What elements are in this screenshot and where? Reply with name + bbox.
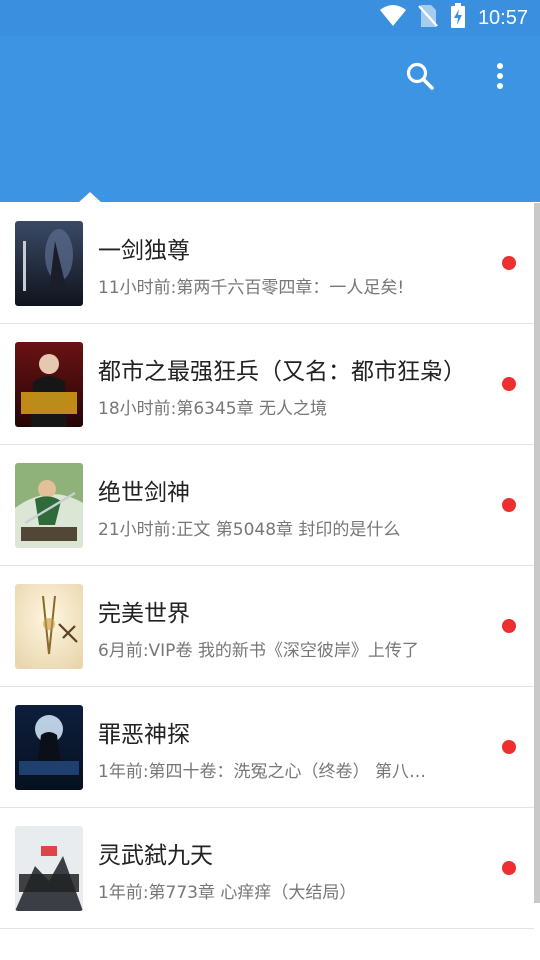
status-time: 10:57	[477, 6, 528, 29]
book-latest-chapter: 11小时前:第两千六百零四章：一人足矣!	[98, 278, 405, 298]
book-latest-chapter: 21小时前:正文 第5048章 封印的是什么	[98, 520, 401, 540]
list-item[interactable]: 都市之最强狂兵（又名：都市狂枭） 18小时前:第6345章 无人之境	[0, 324, 534, 445]
book-latest-chapter: 6月前:VIP卷 我的新书《深空彼岸》上传了	[98, 641, 419, 661]
unread-dot	[502, 256, 516, 270]
no-sim-icon	[418, 4, 438, 32]
unread-dot	[502, 740, 516, 754]
book-title: 罪恶神探	[98, 722, 190, 748]
app-bar	[0, 36, 540, 202]
unread-dot	[502, 861, 516, 875]
list-item[interactable]: 完美世界 6月前:VIP卷 我的新书《深空彼岸》上传了	[0, 566, 534, 687]
book-title: 完美世界	[98, 601, 190, 627]
battery-charging-icon	[450, 3, 466, 33]
unread-dot	[502, 498, 516, 512]
book-cover	[15, 705, 83, 790]
book-cover	[15, 342, 83, 427]
book-cover	[15, 584, 83, 669]
unread-dot	[502, 377, 516, 391]
list-item[interactable]: 一剑独尊 11小时前:第两千六百零四章：一人足矣!	[0, 203, 534, 324]
scrollbar[interactable]	[534, 203, 540, 903]
book-latest-chapter: 1年前:第773章 心痒痒（大结局）	[98, 883, 357, 903]
list-item[interactable]: 绝世剑神 21小时前:正文 第5048章 封印的是什么	[0, 445, 534, 566]
book-title: 一剑独尊	[98, 238, 190, 264]
book-latest-chapter: 1年前:第四十卷：洗冤之心（终卷） 第八…	[98, 762, 426, 782]
wifi-icon	[379, 5, 406, 31]
book-title: 灵武弑九天	[98, 843, 213, 869]
more-options-button[interactable]	[482, 60, 518, 96]
unread-dot	[502, 619, 516, 633]
search-button[interactable]	[402, 60, 438, 96]
book-title: 绝世剑神	[98, 480, 190, 506]
list-item[interactable]: 罪恶神探 1年前:第四十卷：洗冤之心（终卷） 第八…	[0, 687, 534, 808]
book-cover	[15, 221, 83, 306]
bookshelf-list: 一剑独尊 11小时前:第两千六百零四章：一人足矣! 都市之最强狂兵（又名：都市狂…	[0, 203, 534, 929]
book-title: 都市之最强狂兵（又名：都市狂枭）	[98, 359, 466, 385]
status-icons: 10:57	[379, 0, 528, 36]
search-icon	[405, 61, 435, 95]
status-bar: 10:57	[0, 0, 540, 36]
list-item[interactable]: 灵武弑九天 1年前:第773章 心痒痒（大结局）	[0, 808, 534, 929]
more-vert-icon	[496, 62, 504, 94]
book-latest-chapter: 18小时前:第6345章 无人之境	[98, 399, 328, 419]
book-cover	[15, 463, 83, 548]
book-cover	[15, 826, 83, 911]
app-actions	[402, 60, 518, 96]
tab-indicator	[78, 192, 102, 203]
